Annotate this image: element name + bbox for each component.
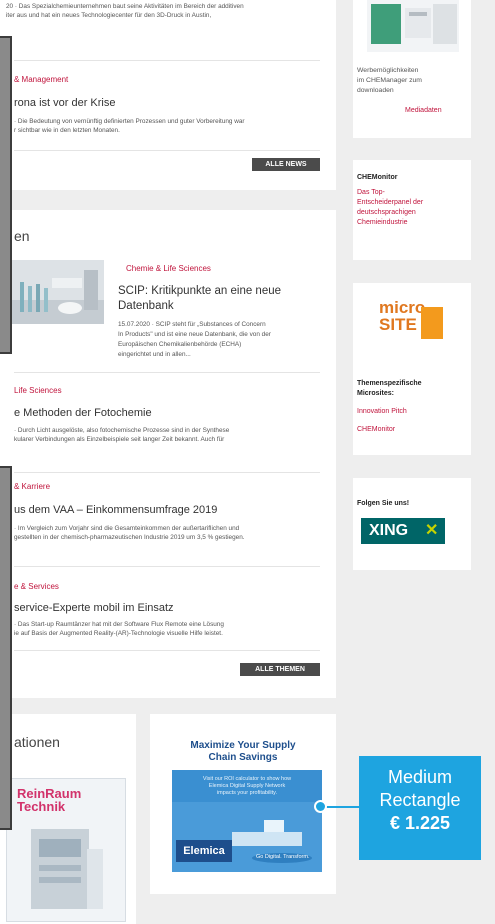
- left-overlay-frame-top: [0, 36, 12, 354]
- divider: [14, 150, 320, 151]
- topic2-category[interactable]: Life Sciences: [14, 386, 62, 395]
- magazine-cover[interactable]: ReinRaum Technik: [6, 778, 126, 922]
- price-connector-line: [322, 806, 360, 808]
- xing-button[interactable]: XING ✕: [361, 518, 445, 544]
- chemonitor-label: CHEMonitor: [357, 174, 398, 181]
- xing-label: XING: [369, 522, 409, 539]
- publications-section-title: ationen: [14, 734, 60, 750]
- divider: [14, 60, 320, 61]
- ad-card: Maximize Your Supply Chain Savings Visit …: [150, 714, 336, 894]
- topic4-category[interactable]: e & Services: [14, 582, 59, 591]
- divider: [14, 472, 320, 473]
- price-tag: Medium Rectangle € 1.225: [359, 756, 481, 860]
- mediadaten-link[interactable]: Mediadaten: [405, 106, 442, 116]
- follow-card: Folgen Sie uns! XING ✕: [353, 478, 471, 570]
- chemonitor-card: CHEMonitor Das Top- Entscheiderpanel der…: [353, 160, 471, 260]
- topics-section-title: en: [14, 228, 30, 244]
- media-card: Werbemöglichkeiten im CHEManager zum downl…: [353, 0, 471, 138]
- left-overlay-frame-bottom: [0, 466, 12, 830]
- topic3-category[interactable]: & Karriere: [14, 482, 50, 491]
- price-tag-line1: Medium: [387, 767, 453, 787]
- magazine-illustration: [31, 829, 103, 909]
- price-tag-line2: Rectangle: [379, 790, 461, 810]
- divider: [14, 566, 320, 567]
- divider: [14, 372, 320, 373]
- microsite-logo[interactable]: micro SITE: [379, 299, 445, 365]
- mediadaten-text: Werbemöglichkeiten im CHEManager zum downl…: [357, 67, 422, 94]
- ad-tagline: Go Digital. Transform.: [256, 854, 310, 860]
- topic4-title[interactable]: service-Experte mobil im Einsatz: [14, 602, 174, 614]
- microsite-link-chemonitor[interactable]: CHEMonitor: [357, 425, 395, 435]
- all-topics-button[interactable]: ALLE THEMEN: [240, 663, 320, 676]
- follow-label: Folgen Sie uns!: [357, 500, 410, 507]
- feature-text: 15.07.2020 · SCIP steht für „Substances …: [118, 321, 271, 358]
- topics-card: en Chemie & Life Sciences SCIP: Kritikpu…: [0, 210, 336, 698]
- news-item2-title[interactable]: rona ist vor der Krise: [14, 97, 115, 109]
- ad-headline[interactable]: Maximize Your Supply Chain Savings: [150, 740, 336, 764]
- news-item2-category[interactable]: & Management: [14, 75, 68, 84]
- ad-subtext: Visit our ROI calculator to show how Elem…: [202, 776, 292, 796]
- price-connector-dot: [314, 800, 327, 813]
- elemica-logo: Elemica: [176, 840, 232, 862]
- topic2-text: · Durch Licht ausgelöste, also fotochemi…: [14, 427, 230, 443]
- microsite-card: micro SITE Themenspezifische Microsites: I…: [353, 283, 471, 455]
- topic3-title[interactable]: us dem VAA – Einkommensumfrage 2019: [14, 504, 217, 516]
- news-item2-text: · Die Bedeutung von vernünftig definiert…: [14, 118, 245, 134]
- ad-banner[interactable]: Visit our ROI calculator to show how Elem…: [172, 770, 322, 872]
- xing-icon: ✕: [425, 522, 439, 539]
- topic4-text: · Das Start-up Raumtänzer hat mit der So…: [14, 621, 224, 637]
- mediadaten-thumbnail[interactable]: [367, 0, 459, 52]
- feature-category[interactable]: Chemie & Life Sciences: [126, 264, 211, 273]
- price-tag-price: € 1.225: [389, 813, 451, 833]
- microsite-logo-text: micro SITE: [379, 298, 426, 334]
- magazine-title: ReinRaum Technik: [17, 786, 82, 814]
- feature-title[interactable]: SCIP: Kritikpunkte an eine neue Datenbank: [118, 284, 281, 314]
- divider: [14, 650, 320, 651]
- microsite-arrow-icon: [421, 307, 443, 339]
- topic3-text: · Im Vergleich zum Vorjahr sind die Gesa…: [14, 525, 245, 541]
- news-item1-text: 20 · Das Spezialchemieunternehmen baut s…: [6, 3, 244, 19]
- lab-image[interactable]: [12, 260, 104, 324]
- all-news-button[interactable]: ALLE NEWS: [252, 158, 320, 171]
- news-card: 20 · Das Spezialchemieunternehmen baut s…: [0, 0, 336, 190]
- topic2-title[interactable]: e Methoden der Fotochemie: [14, 407, 152, 419]
- microsite-link-innovation-pitch[interactable]: Innovation Pitch: [357, 407, 407, 417]
- microsite-label: Themenspezifische Microsites:: [357, 380, 422, 397]
- publications-card: ationen ReinRaum Technik: [0, 714, 136, 924]
- chemonitor-link[interactable]: Das Top- Entscheiderpanel der deutschspr…: [357, 188, 423, 228]
